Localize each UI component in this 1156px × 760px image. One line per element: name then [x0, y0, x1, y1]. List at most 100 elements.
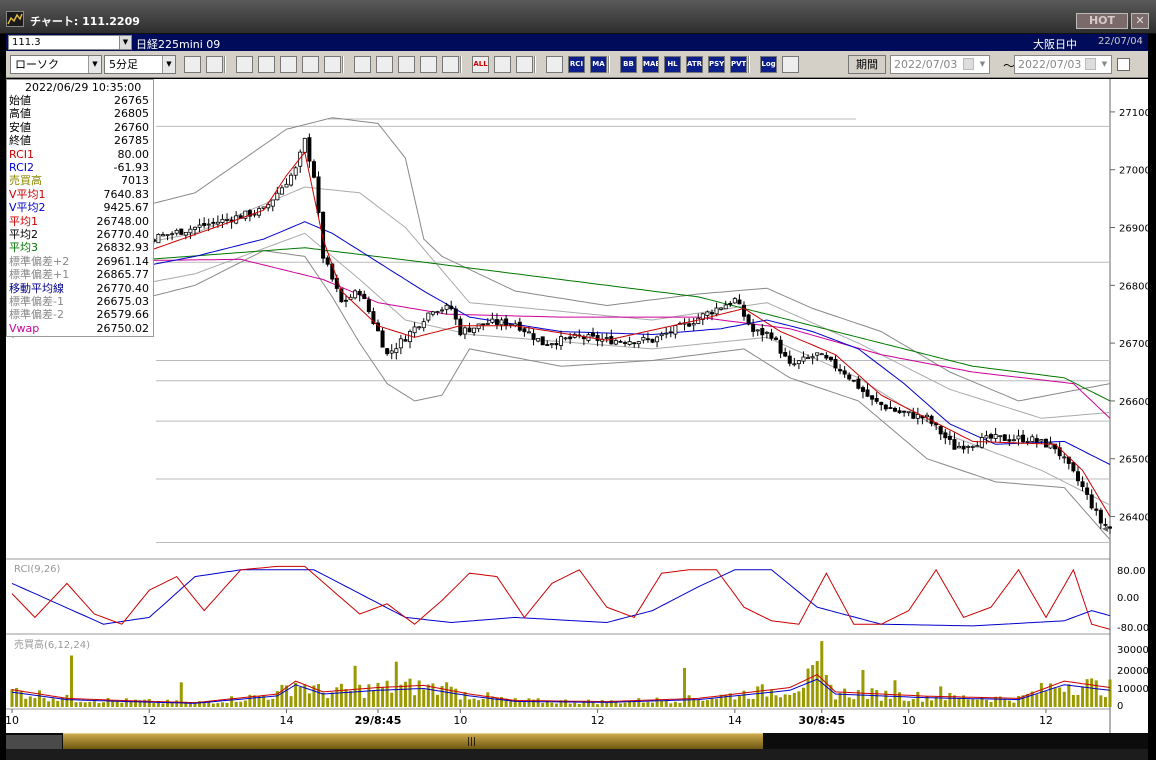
calendar-icon[interactable]: [1085, 58, 1096, 70]
option-checkbox[interactable]: [1117, 58, 1130, 71]
time-axis-label: 29/8:45: [355, 714, 402, 727]
data-panel-label: 安値: [9, 120, 31, 134]
rci-icon[interactable]: RCI: [568, 56, 585, 73]
candle-body: [1098, 509, 1103, 524]
compare-icon[interactable]: [302, 56, 319, 73]
log-icon[interactable]: Log: [760, 56, 777, 73]
bar-scale-icon[interactable]: [280, 56, 297, 73]
candle-body: [655, 336, 660, 343]
time-axis-label: 10: [902, 714, 916, 727]
candle-body: [302, 137, 307, 153]
candle-body: [979, 437, 984, 448]
interval-select[interactable]: 5分足 ▼: [104, 55, 176, 74]
data-panel-label: 売買高: [9, 174, 42, 188]
candle-body: [293, 167, 298, 176]
data-panel-value: 26579.66: [96, 308, 150, 322]
data-panel-row: 終値 26785: [9, 134, 151, 147]
candle-a-icon[interactable]: [420, 56, 437, 73]
pointer-icon[interactable]: [376, 56, 393, 73]
time-axis-label: 14: [728, 714, 742, 727]
volume-bar: [815, 661, 819, 707]
volume-bar: [623, 702, 627, 707]
all-icon[interactable]: ALL: [472, 56, 489, 73]
data-panel-label: Vwap: [9, 321, 40, 335]
rewind-icon[interactable]: [398, 56, 415, 73]
candle-body: [472, 327, 477, 334]
data-panel-row: 平均1 26748.00: [9, 215, 151, 228]
rci2-line: [11, 569, 1111, 627]
candle-body: [760, 327, 765, 336]
volume-bar: [984, 699, 988, 707]
volume-bar: [916, 691, 920, 707]
candle-body: [632, 342, 637, 345]
chevron-down-icon[interactable]: ▼: [1098, 56, 1111, 73]
hot-button[interactable]: HOT: [1076, 13, 1128, 29]
volume-bar: [385, 680, 389, 707]
from-date-field[interactable]: 2022/07/03 ▼: [890, 55, 990, 74]
volume-bar: [513, 698, 517, 707]
candlestick-chart[interactable]: RCI(9,26) 売買高(6,12,24) 27100 27000 26900 2680…: [6, 79, 1148, 733]
data-panel-value: 26832.93: [96, 241, 150, 255]
volume-bar: [1108, 679, 1112, 707]
chevron-down-icon[interactable]: ▼: [976, 56, 989, 73]
chevron-down-icon[interactable]: ▼: [88, 56, 101, 73]
calendar-icon[interactable]: [963, 58, 974, 70]
volume-bar: [696, 699, 700, 707]
volume-bar: [710, 698, 714, 707]
volume-bar: [1071, 694, 1075, 707]
atr-icon[interactable]: ATR: [686, 56, 703, 73]
candle-body: [1089, 494, 1094, 509]
crosshair-icon[interactable]: [206, 56, 223, 73]
scroll-track-left[interactable]: [6, 735, 62, 749]
candle-body: [691, 323, 696, 326]
ma-icon[interactable]: MA: [590, 56, 607, 73]
config-icon[interactable]: [494, 56, 511, 73]
volume-bar: [1099, 695, 1103, 707]
pen-icon[interactable]: [354, 56, 371, 73]
volume-bar: [330, 692, 334, 707]
blank-icon[interactable]: [324, 56, 341, 73]
wrench-icon[interactable]: [516, 56, 533, 73]
volume-bar: [37, 690, 41, 707]
volume-bar: [271, 698, 275, 707]
volume-bar: [230, 696, 234, 707]
mae-icon[interactable]: MAE: [642, 56, 659, 73]
search-icon[interactable]: [258, 56, 275, 73]
price-axis-label: 26500: [1119, 455, 1148, 466]
candle-body: [536, 338, 541, 342]
zoom-icon[interactable]: [184, 56, 201, 73]
candle-body: [673, 325, 678, 335]
candle-body: [504, 318, 509, 326]
volume-bar: [175, 700, 179, 707]
candle-body: [902, 410, 907, 413]
candle-body: [1108, 526, 1113, 529]
chart-area[interactable]: RCI(9,26) 売買高(6,12,24) 27100 27000 26900 2680…: [6, 79, 1148, 733]
data-panel-label: 標準偏差-2: [9, 308, 64, 322]
hl-icon[interactable]: HL: [664, 56, 681, 73]
volume-bar: [234, 701, 238, 707]
close-button[interactable]: ✕: [1131, 13, 1149, 29]
data-panel-row: RCI2 -61.93: [9, 161, 151, 174]
export-icon[interactable]: [782, 56, 799, 73]
palette-icon[interactable]: [546, 56, 563, 73]
pvt-icon[interactable]: PVT: [730, 56, 747, 73]
candle-body: [591, 332, 596, 337]
volume-bar: [403, 681, 407, 707]
candle-b-icon[interactable]: [442, 56, 459, 73]
horizontal-scrollbar[interactable]: |||: [6, 733, 1148, 749]
candle-body: [188, 228, 193, 234]
code-select[interactable]: 111.3 ▼: [8, 35, 132, 50]
data-panel-label: 移動平均線: [9, 281, 64, 295]
psy-icon[interactable]: PSY: [708, 56, 725, 73]
volume-axis-label: 30000: [1117, 645, 1148, 656]
title-bar: チャート: 111.2209 HOT ✕: [0, 0, 1156, 34]
to-date-field[interactable]: 2022/07/03 ▼: [1014, 55, 1112, 74]
chevron-down-icon[interactable]: ▼: [162, 56, 175, 73]
chevron-down-icon[interactable]: ▼: [119, 36, 131, 49]
bb-icon[interactable]: BB: [620, 56, 637, 73]
volume-bar: [239, 701, 243, 707]
period-button[interactable]: 期間: [848, 55, 886, 74]
draw-down-icon[interactable]: [236, 56, 253, 73]
scroll-thumb[interactable]: |||: [63, 733, 763, 749]
chart-type-select[interactable]: ローソク ▼: [10, 55, 102, 74]
